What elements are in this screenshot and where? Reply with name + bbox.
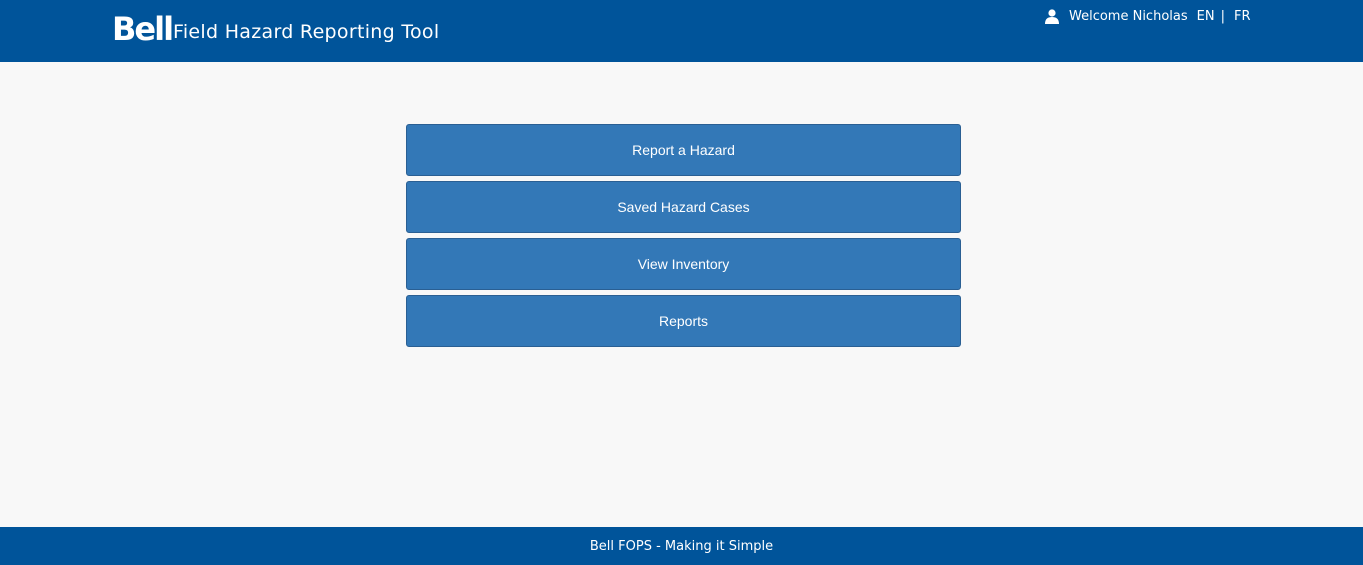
lang-en-link[interactable]: EN [1197,9,1215,24]
app-title: Field Hazard Reporting Tool [173,21,440,43]
footer-text: Bell FOPS - Making it Simple [589,538,774,554]
main-menu: Report a Hazard Saved Hazard Cases View … [406,124,961,352]
welcome-text: Welcome Nicholas [1069,8,1188,24]
user-icon [1044,8,1060,24]
user-area: Welcome Nicholas EN | FR [1044,7,1250,25]
top-header: Bell Field Hazard Reporting Tool Welcome… [0,0,1363,62]
lang-fr-link[interactable]: FR [1234,9,1251,24]
report-hazard-button[interactable]: Report a Hazard [406,124,961,176]
footer: Bell FOPS - Making it Simple [0,527,1363,565]
lang-separator: | [1220,8,1225,24]
saved-hazard-cases-button[interactable]: Saved Hazard Cases [406,181,961,233]
view-inventory-button[interactable]: View Inventory [406,238,961,290]
reports-button[interactable]: Reports [406,295,961,347]
bell-logo: Bell [112,10,174,48]
